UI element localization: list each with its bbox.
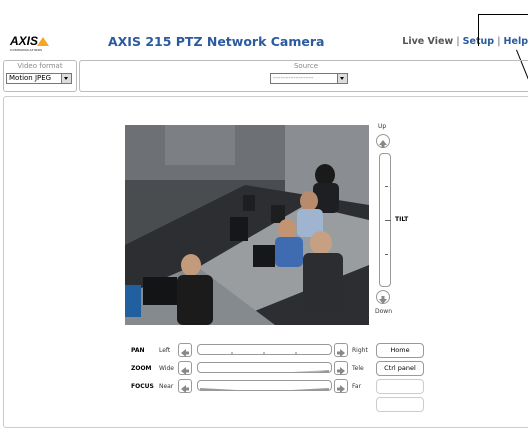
nav-separator: | <box>497 36 501 47</box>
arrow-left-icon <box>181 385 189 393</box>
tilt-tick <box>385 254 388 255</box>
pan-slider[interactable] <box>197 344 332 355</box>
source-select[interactable]: ---------------- <box>270 73 348 84</box>
empty-control-slot <box>376 379 424 394</box>
zoom-tele-button[interactable] <box>334 361 348 375</box>
axis-logo[interactable]: AXIS COMMUNICATIONS <box>10 30 50 52</box>
zoom-slider[interactable] <box>197 362 332 373</box>
zoom-tele-label: Tele <box>352 365 364 372</box>
arrow-left-icon <box>181 349 189 357</box>
arrow-down-icon <box>379 296 387 304</box>
nav-separator: | <box>456 36 460 47</box>
logo-triangle-icon <box>37 37 50 46</box>
focus-slider[interactable] <box>197 380 332 391</box>
ctrl-panel-button[interactable]: Ctrl panel <box>376 361 424 376</box>
source-label: Source <box>293 62 319 70</box>
page-title: AXIS 215 PTZ Network Camera <box>108 34 325 49</box>
arrow-right-icon <box>337 385 345 393</box>
callout-line <box>478 14 528 15</box>
office-scene-image <box>125 125 369 325</box>
video-format-panel: Video format Motion JPEG <box>3 60 77 92</box>
tilt-down-label: Down <box>375 308 393 315</box>
zoom-wide-label: Wide <box>159 365 174 372</box>
focus-far-button[interactable] <box>334 379 348 393</box>
live-video-image[interactable] <box>125 125 369 325</box>
pan-left-label: Left <box>159 347 171 354</box>
focus-near-label: Near <box>159 383 174 390</box>
tilt-up-button[interactable] <box>376 134 390 148</box>
zoom-scale <box>292 370 329 372</box>
home-button[interactable]: Home <box>376 343 424 358</box>
tilt-up-label: Up <box>378 123 387 130</box>
arrow-right-icon <box>337 367 345 375</box>
tilt-down-button[interactable] <box>376 290 390 304</box>
focus-label: FOCUS <box>131 383 154 390</box>
video-format-select[interactable]: Motion JPEG <box>6 73 72 84</box>
pan-left-button[interactable] <box>178 343 192 357</box>
source-value: ---------------- <box>273 74 314 82</box>
focus-near-button[interactable] <box>178 379 192 393</box>
logo-text: AXIS <box>10 34 39 48</box>
source-panel: Source ---------------- <box>79 60 528 92</box>
focus-far-label: Far <box>352 383 362 390</box>
pan-right-button[interactable] <box>334 343 348 357</box>
pan-scale <box>231 352 297 354</box>
pan-label: PAN <box>131 347 145 354</box>
arrow-right-icon <box>337 349 345 357</box>
chevron-down-icon[interactable] <box>61 74 71 83</box>
zoom-wide-button[interactable] <box>178 361 192 375</box>
focus-scale <box>200 388 329 390</box>
tilt-label: TILT <box>395 216 409 223</box>
nav-help-link[interactable]: Help <box>504 36 528 47</box>
empty-control-slot <box>376 397 424 412</box>
top-nav: Live View|Setup|Help <box>402 36 528 47</box>
arrow-left-icon <box>181 367 189 375</box>
video-format-value: Motion JPEG <box>9 74 52 82</box>
nav-live-view[interactable]: Live View <box>402 36 453 47</box>
pan-right-label: Right <box>352 347 368 354</box>
logo-subtext: COMMUNICATIONS <box>10 48 43 52</box>
header: AXIS COMMUNICATIONS AXIS 215 PTZ Network… <box>0 0 528 82</box>
tilt-tick <box>385 186 388 187</box>
chevron-down-icon[interactable] <box>337 74 347 83</box>
zoom-label: ZOOM <box>131 365 152 372</box>
tilt-center-mark <box>385 220 391 221</box>
callout-line <box>478 14 479 46</box>
arrow-up-icon <box>379 140 387 148</box>
video-format-label: Video format <box>17 62 63 70</box>
